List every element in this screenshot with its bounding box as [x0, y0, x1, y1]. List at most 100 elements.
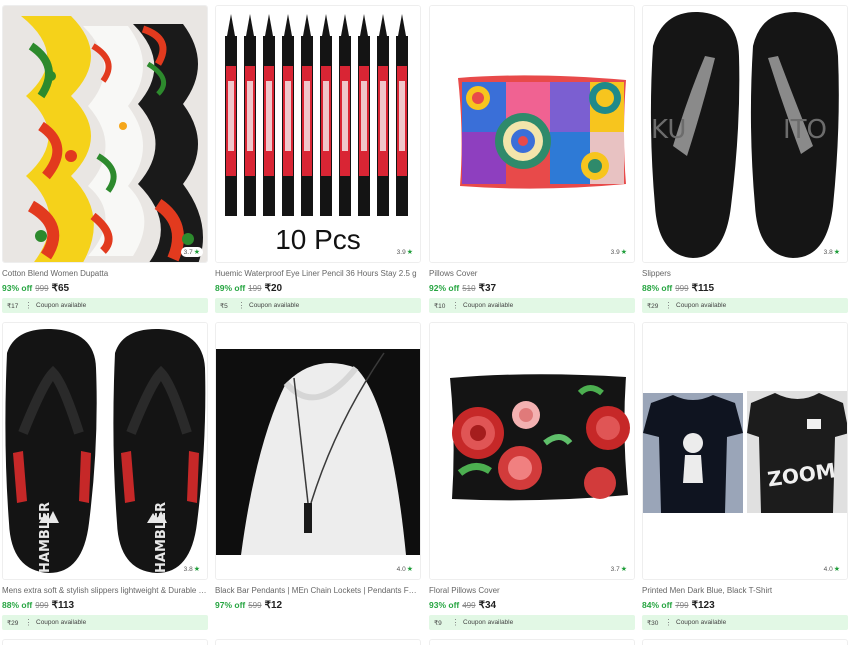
discount-percent: 88% off	[2, 600, 33, 610]
rating-value: 3.9	[396, 248, 406, 256]
selling-price: ₹20	[264, 283, 283, 294]
vertical-dots-icon: ⋮	[664, 617, 673, 627]
coupon-banner: ₹10 ⋮ Coupon available	[429, 298, 635, 313]
star-icon: ★	[193, 566, 200, 573]
product-title[interactable]: Floral Pillows Cover	[429, 586, 635, 596]
coupon-banner: ₹29 ⋮ Coupon available	[642, 298, 848, 313]
rating-value: 3.8	[183, 565, 193, 573]
coupon-text: Coupon available	[249, 302, 300, 309]
original-price: 199	[248, 284, 262, 293]
rating-value: 3.9	[610, 248, 620, 256]
product-card-partial[interactable]	[215, 639, 421, 645]
price-row: 93% off 499 ₹34	[429, 600, 635, 612]
product-title[interactable]: Mens extra soft & stylish slippers light…	[2, 586, 208, 596]
product-image[interactable]: 3.7 ★	[429, 322, 635, 580]
discount-percent: 84% off	[642, 600, 673, 610]
discount-percent: 97% off	[215, 600, 246, 610]
star-icon: ★	[620, 249, 627, 256]
original-price: 999	[35, 284, 49, 293]
product-card-partial[interactable]	[642, 639, 848, 645]
product-title[interactable]: Pillows Cover	[429, 269, 635, 279]
pendant-image	[216, 323, 420, 579]
rating-value: 4.0	[823, 565, 833, 573]
coupon-amount: ₹5	[220, 302, 228, 310]
product-title[interactable]: Black Bar Pendants | MEn Chain Lockets |…	[215, 586, 421, 596]
rating-badge: 3.7 ★	[180, 247, 203, 257]
rating-value: 3.7	[183, 248, 193, 256]
selling-price: ₹34	[478, 600, 497, 611]
coupon-text: Coupon available	[463, 302, 514, 309]
coupon-banner: ₹9 ⋮ Coupon available	[429, 615, 635, 630]
coupon-text: Coupon available	[36, 302, 87, 309]
coupon-amount: ₹29	[7, 619, 19, 627]
original-price: 799	[675, 601, 689, 610]
coupon-text: Coupon available	[676, 302, 727, 309]
vertical-dots-icon: ⋮	[451, 300, 460, 310]
svg-text:ITO: ITO	[783, 115, 827, 145]
rating-badge: 4.0 ★	[393, 564, 416, 574]
product-title[interactable]: Printed Men Dark Blue, Black T-Shirt	[642, 586, 848, 596]
svg-text:KU: KU	[651, 115, 686, 145]
product-title[interactable]: Slippers	[642, 269, 848, 279]
price-row: 93% off 999 ₹65	[2, 283, 208, 295]
product-card[interactable]: 4.0 ★ Black Bar Pendants | MEn Chain Lock…	[215, 322, 421, 612]
discount-percent: 92% off	[429, 283, 460, 293]
product-card-partial[interactable]	[429, 639, 635, 645]
discount-percent: 93% off	[2, 283, 33, 293]
discount-percent: 89% off	[215, 283, 246, 293]
dupatta-image	[3, 6, 207, 262]
selling-price: ₹12	[264, 600, 283, 611]
product-card[interactable]: HAMBLER HAMBLER 3.8 ★ Mens extra soft & s…	[2, 322, 208, 630]
original-price: 999	[675, 284, 689, 293]
product-card-partial[interactable]	[2, 639, 208, 645]
star-icon: ★	[193, 249, 200, 256]
product-image[interactable]: ZOOM 4.0 ★	[642, 322, 848, 580]
selling-price: ₹113	[51, 600, 75, 611]
price-row: 84% off 799 ₹123	[642, 600, 848, 612]
discount-percent: 93% off	[429, 600, 460, 610]
product-image[interactable]: 4.0 ★	[215, 322, 421, 580]
product-card[interactable]: 3.7 ★ Cotton Blend Women Dupatta 93% off …	[2, 5, 208, 313]
star-icon: ★	[406, 566, 413, 573]
product-image[interactable]: HAMBLER HAMBLER 3.8 ★	[2, 322, 208, 580]
coupon-text: Coupon available	[36, 619, 87, 626]
product-card[interactable]: KU ITO 3.8 ★ Slippers 88% off 999 ₹115 ₹2…	[642, 5, 848, 313]
coupon-amount: ₹30	[647, 619, 659, 627]
product-image[interactable]: 3.7 ★	[2, 5, 208, 263]
product-image[interactable]: 3.9 ★	[429, 5, 635, 263]
floral-pillow-image	[430, 323, 634, 579]
rating-badge: 3.8 ★	[180, 564, 203, 574]
product-card[interactable]: 3.7 ★ Floral Pillows Cover 93% off 499 ₹3…	[429, 322, 635, 630]
selling-price: ₹65	[51, 283, 70, 294]
rating-value: 3.8	[823, 248, 833, 256]
coupon-amount: ₹17	[7, 302, 19, 310]
coupon-banner: ₹5 ⋮ Coupon available	[215, 298, 421, 313]
tshirt-image: ZOOM	[643, 323, 847, 579]
rating-value: 4.0	[396, 565, 406, 573]
selling-price: ₹115	[691, 283, 715, 294]
vertical-dots-icon: ⋮	[24, 300, 33, 310]
discount-percent: 88% off	[642, 283, 673, 293]
product-card[interactable]: 3.9 ★ Pillows Cover 92% off 510 ₹37 ₹10 ⋮…	[429, 5, 635, 313]
star-icon: ★	[833, 249, 840, 256]
coupon-amount: ₹29	[647, 302, 659, 310]
coupon-amount: ₹10	[434, 302, 446, 310]
selling-price: ₹123	[691, 600, 715, 611]
coupon-amount: ₹9	[434, 619, 442, 627]
vertical-dots-icon: ⋮	[664, 300, 673, 310]
pillow-cover-image	[430, 6, 634, 262]
hambler-slippers-image: HAMBLER HAMBLER	[3, 323, 207, 579]
product-title[interactable]: Cotton Blend Women Dupatta	[2, 269, 208, 279]
price-row: 92% off 510 ₹37	[429, 283, 635, 295]
product-image[interactable]: KU ITO 3.8 ★	[642, 5, 848, 263]
product-image[interactable]: 10 Pcs 3.9 ★	[215, 5, 421, 263]
product-card[interactable]: 10 Pcs 3.9 ★ Huemic Waterproof Eye Liner …	[215, 5, 421, 313]
svg-text:HAMBLER: HAMBLER	[38, 502, 53, 573]
product-card[interactable]: ZOOM 4.0 ★ Printed Men Dark Blue, Black T…	[642, 322, 848, 630]
price-row: 88% off 999 ₹113	[2, 600, 208, 612]
star-icon: ★	[833, 566, 840, 573]
original-price: 499	[462, 601, 476, 610]
selling-price: ₹37	[478, 283, 497, 294]
rating-badge: 3.9 ★	[607, 247, 630, 257]
product-title[interactable]: Huemic Waterproof Eye Liner Pencil 36 Ho…	[215, 269, 421, 279]
